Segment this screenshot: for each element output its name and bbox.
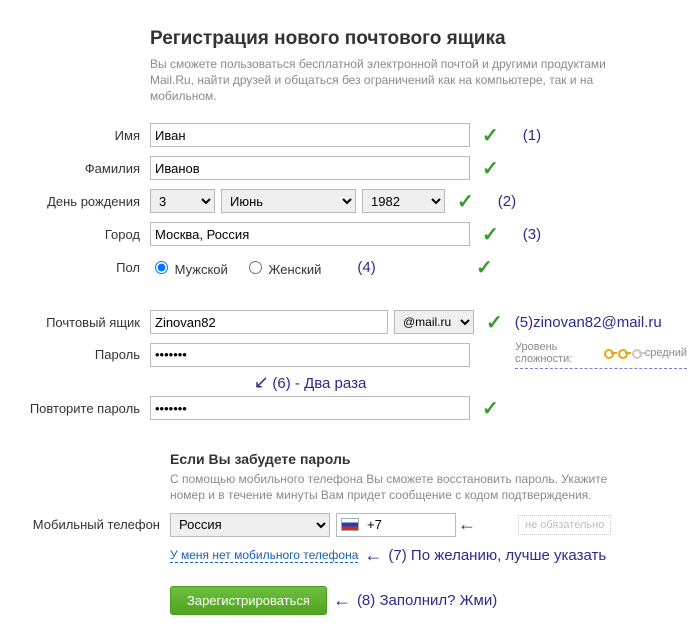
- no-phone-link[interactable]: У меня нет мобильного телефона: [170, 548, 358, 563]
- flag-ru-icon: [341, 518, 359, 531]
- mailbox-domain-select[interactable]: @mail.ru: [394, 310, 474, 334]
- gender-male-radio[interactable]: Мужской: [150, 258, 228, 277]
- label-mobile: Мобильный телефон: [10, 517, 170, 532]
- page-title: Регистрация нового почтового ящика: [150, 28, 687, 50]
- label-city: Город: [10, 227, 150, 242]
- optional-badge: не обязательно: [518, 515, 611, 535]
- annotation-4: (4): [357, 259, 375, 276]
- label-birthday: День рождения: [10, 194, 150, 209]
- check-icon: ✓: [457, 189, 474, 214]
- arrow-icon: ←: [458, 514, 476, 535]
- city-input[interactable]: [150, 222, 470, 246]
- annotation-1: (1): [523, 127, 541, 144]
- annotation-8: (8) Заполнил? Жми): [357, 592, 497, 609]
- annotation-7: (7) По желанию, лучше указать: [388, 547, 606, 564]
- key-icon: [603, 346, 615, 360]
- check-icon: ✓: [486, 310, 503, 335]
- check-icon: ✓: [482, 156, 499, 181]
- recovery-text: С помощью мобильного телефона Вы сможете…: [170, 471, 640, 503]
- password2-input[interactable]: [150, 396, 470, 420]
- password-input[interactable]: [150, 343, 470, 367]
- annotation-5: (5)zinovan82@mail.ru: [515, 314, 662, 331]
- lastname-input[interactable]: [150, 156, 470, 180]
- annotation-2: (2): [498, 193, 516, 210]
- birthday-year-select[interactable]: 1982: [362, 189, 445, 213]
- check-icon: ✓: [482, 123, 499, 148]
- gender-female-radio[interactable]: Женский: [244, 258, 322, 277]
- mobile-phone-input[interactable]: [336, 513, 456, 537]
- recovery-heading: Если Вы забудете пароль: [170, 451, 687, 467]
- key-icon: [631, 346, 643, 360]
- birthday-month-select[interactable]: Июнь: [221, 189, 356, 213]
- birthday-day-select[interactable]: 3: [150, 189, 215, 213]
- label-gender: Пол: [10, 260, 150, 275]
- mobile-country-select[interactable]: Россия: [170, 513, 330, 537]
- label-password2: Повторите пароль: [10, 401, 150, 416]
- key-icon: [617, 346, 629, 360]
- submit-button[interactable]: Зарегистрироваться: [170, 586, 327, 615]
- label-lastname: Фамилия: [10, 161, 150, 176]
- label-password: Пароль: [10, 347, 150, 362]
- check-icon: ✓: [482, 396, 499, 421]
- arrow-icon: ↙: [254, 372, 269, 392]
- arrow-icon: ←: [364, 545, 382, 566]
- check-icon: ✓: [482, 222, 499, 247]
- label-mailbox: Почтовый ящик: [10, 315, 150, 330]
- page-subtitle: Вы сможете пользоваться бесплатной элект…: [150, 56, 650, 105]
- mailbox-user-input[interactable]: [150, 310, 388, 334]
- label-firstname: Имя: [10, 128, 150, 143]
- password-strength: Уровень сложности: средний: [515, 341, 687, 369]
- firstname-input[interactable]: [150, 123, 470, 147]
- check-icon: ✓: [476, 255, 493, 280]
- annotation-3: (3): [523, 226, 541, 243]
- annotation-6: (6) - Два раза: [272, 375, 366, 392]
- arrow-icon: ←: [333, 590, 351, 611]
